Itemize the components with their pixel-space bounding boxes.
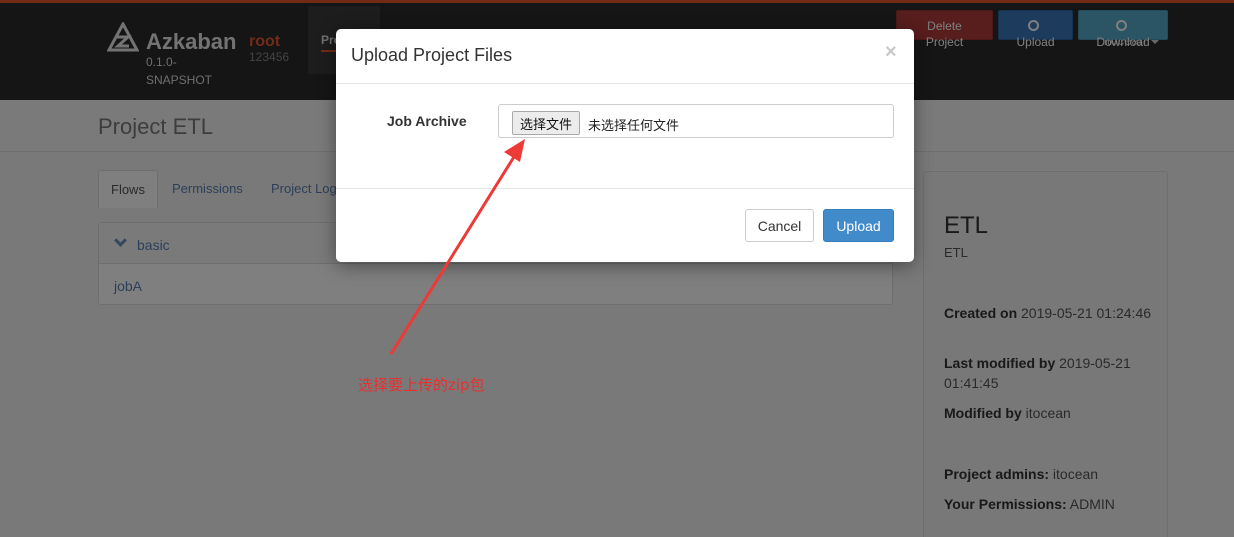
job-archive-label: Job Archive [387, 113, 467, 129]
modal-title: Upload Project Files [351, 45, 513, 65]
modal-header: Upload Project Files × [336, 29, 914, 84]
annotation-text: 选择要上传的zip包 [358, 376, 485, 394]
choose-file-button[interactable]: 选择文件 [512, 111, 581, 135]
modal-footer: Cancel Upload [336, 188, 914, 262]
cancel-button[interactable]: Cancel [745, 209, 814, 242]
file-input[interactable]: 选择文件 未选择任何文件 [498, 104, 894, 138]
upload-modal: Upload Project Files × Job Archive 选择文件 … [336, 29, 914, 262]
upload-submit-button[interactable]: Upload [823, 209, 894, 242]
file-status-text: 未选择任何文件 [588, 119, 680, 134]
close-icon[interactable]: × [885, 41, 897, 64]
